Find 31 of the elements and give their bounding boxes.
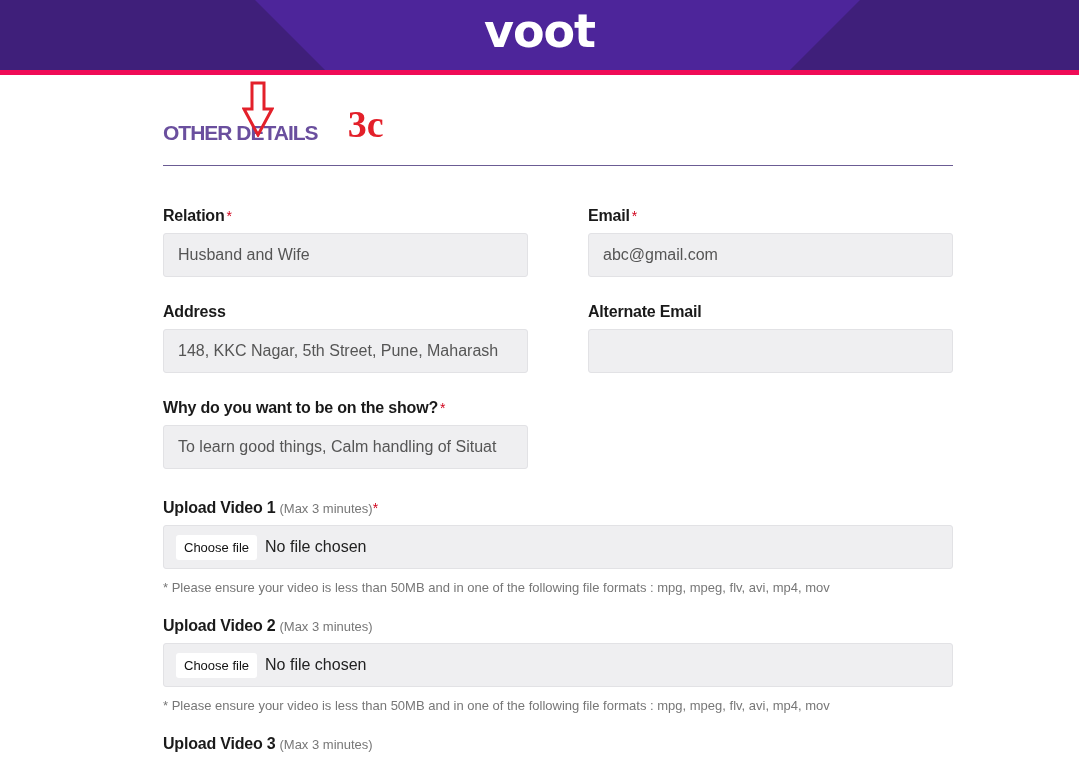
file-status: No file chosen bbox=[265, 656, 367, 674]
field-label: Why do you want to be on the show? bbox=[163, 399, 438, 417]
field-hint: (Max 3 minutes) bbox=[279, 737, 373, 752]
required-mark: * bbox=[631, 208, 638, 224]
input-field[interactable]: To learn good things, Calm handling of Situat bbox=[163, 425, 528, 469]
field-label: Upload Video 1 bbox=[163, 499, 276, 517]
annotation-label: 3c bbox=[347, 105, 384, 143]
field-label: Email bbox=[588, 207, 630, 225]
file-input[interactable]: Choose file No file chosen bbox=[163, 643, 953, 687]
field-hint: (Max 3 minutes) bbox=[279, 619, 373, 634]
field-label: Upload Video 2 bbox=[163, 617, 276, 635]
field-label: Address bbox=[163, 303, 226, 321]
choose-file-button[interactable]: Choose file bbox=[176, 534, 258, 560]
required-mark: * bbox=[226, 208, 232, 224]
field-label: Upload Video 3 bbox=[163, 735, 276, 753]
file-note: * Please ensure your video is less than 50MB and in one of the following file formats : mpg, mpeg, flv, avi, mp4, mov bbox=[163, 698, 831, 713]
field-hint: (Max 3 minutes) bbox=[279, 501, 373, 516]
logo[interactable]: voot bbox=[483, 4, 596, 58]
file-input[interactable]: Choose file No file chosen bbox=[163, 525, 953, 569]
input-field[interactable]: 148, KKC Nagar, 5th Street, Pune, Maharash bbox=[163, 329, 528, 373]
choose-file-button[interactable]: Choose file bbox=[176, 652, 258, 678]
file-note: * Please ensure your video is less than 50MB and in one of the following file formats : mpg, mpeg, flv, avi, mp4, mov bbox=[163, 580, 831, 595]
input-field[interactable]: abc@gmail.com bbox=[588, 233, 953, 277]
field-label: Relation bbox=[163, 207, 225, 225]
input-field[interactable] bbox=[588, 329, 953, 373]
input-field[interactable]: Husband and Wife bbox=[163, 233, 528, 277]
section-title: OTHER DETAILS bbox=[163, 121, 318, 145]
file-status: No file chosen bbox=[265, 538, 367, 556]
field-label: Alternate Email bbox=[588, 303, 702, 321]
required-mark: * bbox=[372, 500, 379, 516]
required-mark: * bbox=[439, 400, 446, 416]
